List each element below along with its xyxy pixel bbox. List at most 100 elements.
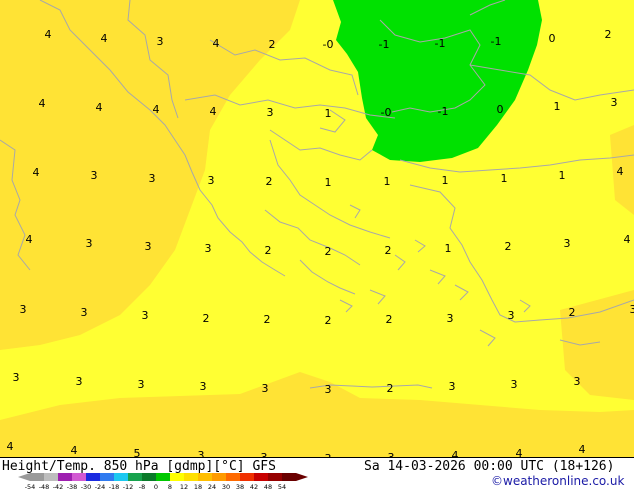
temperature-value: 3 [611,96,618,109]
temperature-value: 3 [149,172,156,185]
legend-swatch [156,473,170,481]
temperature-value: 0 [497,103,504,116]
temperature-value: 3 [267,106,274,119]
legend-tick-label: -18 [109,483,120,490]
legend-swatch [170,473,184,481]
temperature-value: 2 [203,312,210,325]
temperature-value: 1 [384,175,391,188]
temperature-value: 3 [262,382,269,395]
temperature-value: 1 [554,100,561,113]
temperature-value: 4 [96,101,103,114]
temperature-value: -1 [491,35,502,48]
temperature-value: 2 [264,313,271,326]
legend-swatch [282,473,296,481]
legend-swatch [240,473,254,481]
temperature-value: 2 [269,38,276,51]
temperature-value: 1 [442,174,449,187]
legend-tick-label: 48 [264,483,272,490]
temperature-value: 0 [549,32,556,45]
legend-swatch [142,473,156,481]
legend-tick-label: 18 [194,483,202,490]
legend-tick-label: -42 [53,483,64,490]
temperature-value: 3 [630,303,634,316]
temperature-value: 1 [445,242,452,255]
temperature-value: 3 [205,242,212,255]
temperature-value: 3 [325,383,332,396]
legend-swatch [268,473,282,481]
temperature-value: 3 [449,380,456,393]
legend-swatch [44,473,58,481]
temperature-value: 4 [33,166,40,179]
temperature-value: 2 [325,314,332,327]
legend-tick-label: 30 [222,483,230,490]
legend-swatch [114,473,128,481]
temperature-value: 3 [138,378,145,391]
temperature-value: 2 [325,245,332,258]
legend-tick-label: -12 [123,483,134,490]
legend-tick-label: 24 [208,483,216,490]
temperature-value: -1 [438,105,449,118]
temperature-value: 2 [569,306,576,319]
temperature-value: 3 [20,303,27,316]
legend-swatch [198,473,212,481]
legend-swatch [100,473,114,481]
weather-map: 4 4 3 4 2 -0 -1 -1 -1 0 24 4 4 4 3 1 -0 -1 0 1 34 3 3 3 2 1 1 1 1 1 44… [0,0,634,490]
temperature-value: 4 [213,37,220,50]
temperature-value: 1 [325,107,332,120]
legend-tick-label: -8 [139,483,145,490]
credit-text: ©weatheronline.co.uk [491,474,624,488]
temperature-value: 4 [7,440,14,453]
legend-tick-label: 42 [250,483,258,490]
legend-swatch [226,473,240,481]
temperature-value: 4 [210,105,217,118]
legend-swatch [86,473,100,481]
product-title: Height/Temp. 850 hPa [gdmp][°C] GFS [2,459,276,474]
legend-tick-label: -54 [25,483,36,490]
legend-tick-label: 38 [236,483,244,490]
temperature-value: 4 [617,165,624,178]
temperature-value: -0 [323,38,334,51]
temperature-value: 1 [559,169,566,182]
temperature-value: 4 [45,28,52,41]
temperature-value: 3 [145,240,152,253]
temperature-value: 2 [387,382,394,395]
legend-swatch [212,473,226,481]
legend-swatch [72,473,86,481]
temperature-value: 3 [208,174,215,187]
temperature-value: 4 [153,103,160,116]
temperature-value: -1 [435,37,446,50]
temperature-value: 3 [81,306,88,319]
temperature-value: 2 [385,244,392,257]
temperature-value: 3 [508,309,515,322]
temperature-value: 3 [511,378,518,391]
temperature-value: 3 [447,312,454,325]
legend-swatch [184,473,198,481]
temperature-value: 3 [13,371,20,384]
temperature-value: 2 [505,240,512,253]
legend-tick-label: -30 [81,483,92,490]
legend-swatch [254,473,268,481]
temperature-value: 3 [86,237,93,250]
legend-tick-label: 12 [180,483,188,490]
legend-swatch [30,473,44,481]
temperature-value: 4 [71,444,78,457]
valid-datetime: Sa 14-03-2026 00:00 UTC (18+126) [364,459,614,474]
temperature-value: -1 [379,38,390,51]
legend-tick-label: -48 [39,483,50,490]
temperature-value: 2 [605,28,612,41]
temperature-value: 3 [76,375,83,388]
temperature-value: 3 [157,35,164,48]
temperature-value: 3 [574,375,581,388]
temperature-value: -0 [381,106,392,119]
temperature-value: 3 [142,309,149,322]
legend-tick-label: 54 [278,483,286,490]
temperature-value: 4 [39,97,46,110]
legend-tick-label: -24 [95,483,106,490]
temperature-value: 2 [266,175,273,188]
temperature-value: 1 [501,172,508,185]
legend-tick-label: 0 [154,483,158,490]
temperature-value: 3 [564,237,571,250]
temperature-value: 2 [386,313,393,326]
temperature-value: 2 [265,244,272,257]
temperature-value: 4 [579,443,586,456]
